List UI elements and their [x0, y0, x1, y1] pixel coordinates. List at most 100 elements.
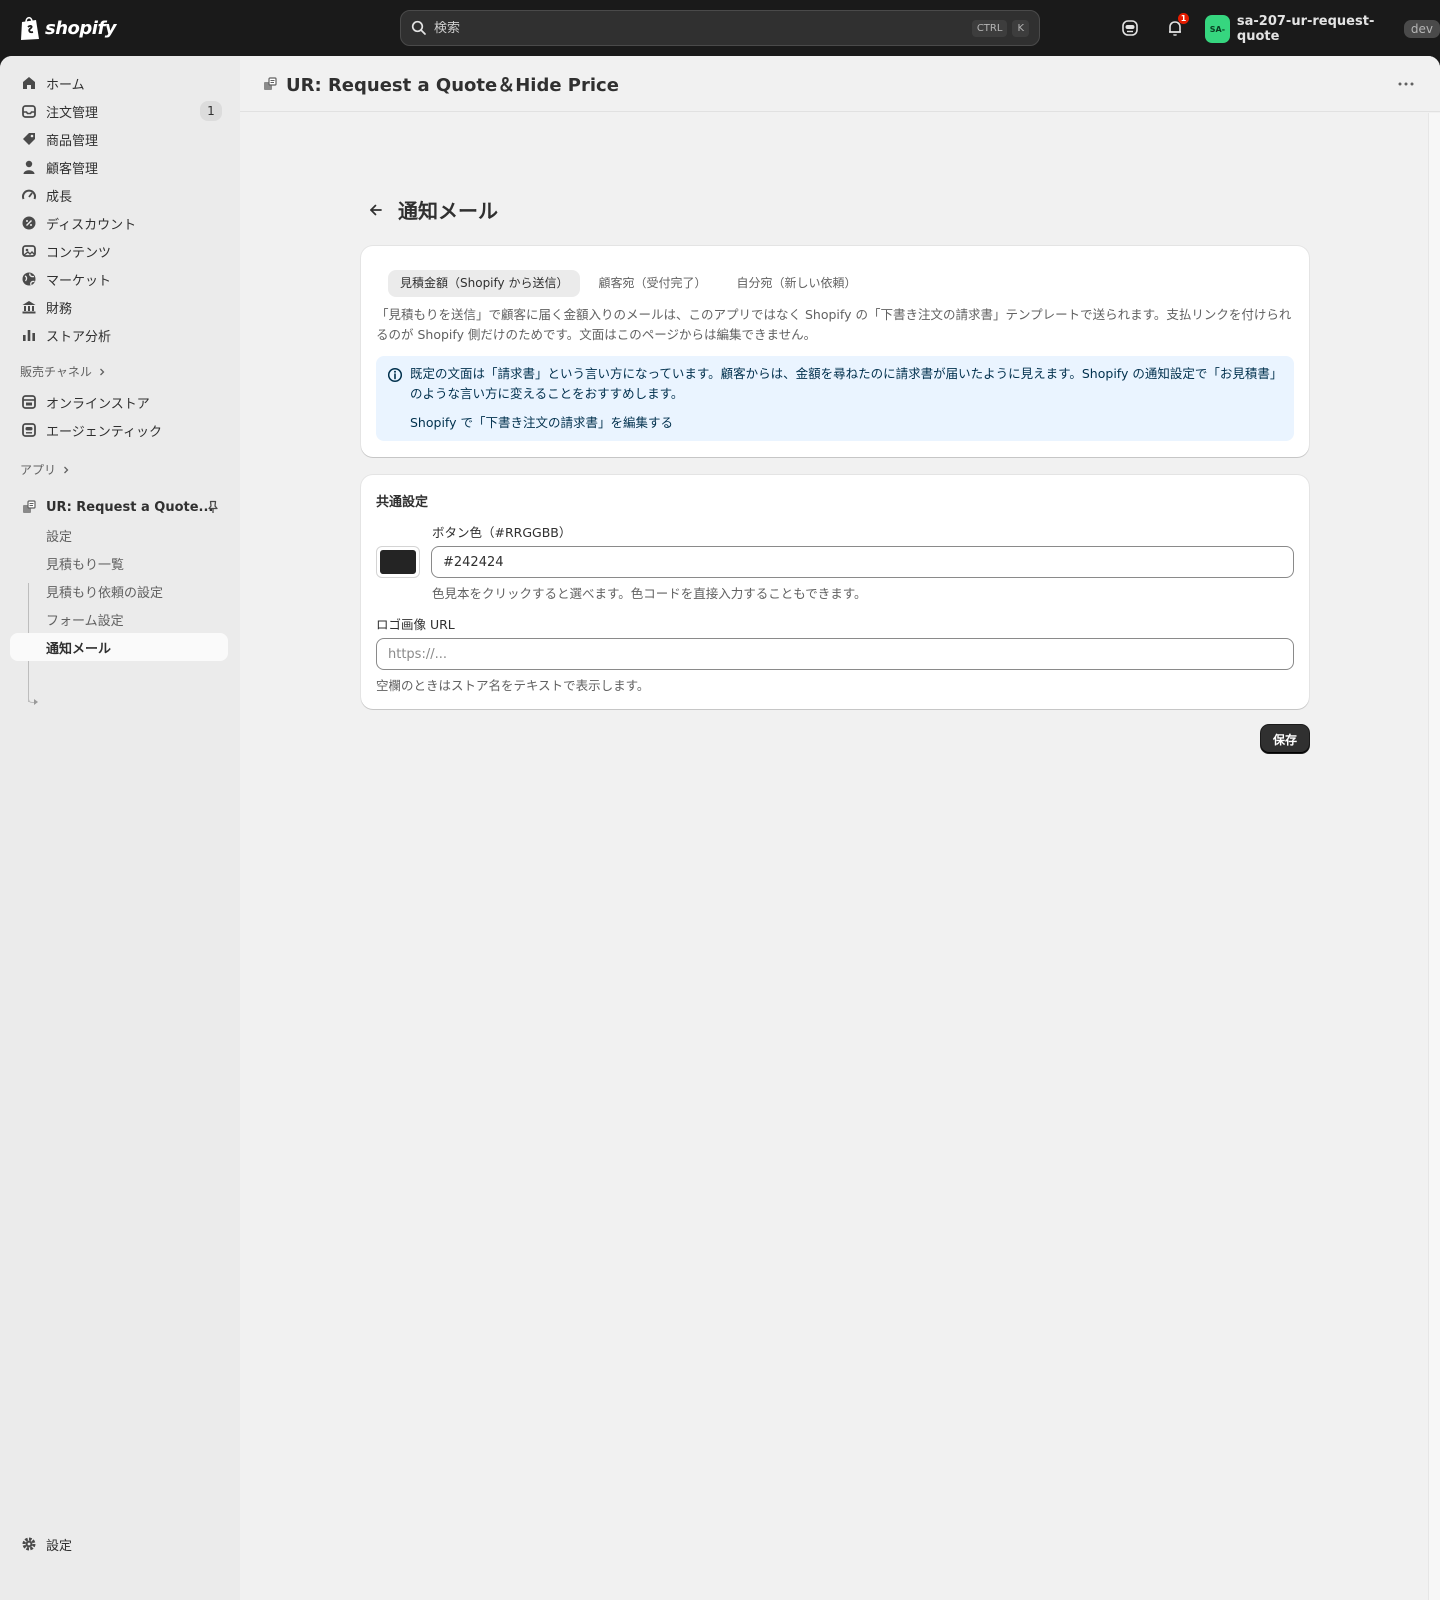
shopify-logo[interactable]: shopify	[19, 13, 117, 43]
page-title: 通知メール	[398, 199, 498, 223]
notifications-button[interactable]: 1	[1163, 13, 1189, 40]
sidebar-item-label: ディスカウント	[46, 217, 137, 233]
sidebar-item-online-store[interactable]: オンラインストア	[10, 388, 228, 416]
quote-email-card: 見積金額（Shopify から送信） 顧客宛（受付完了） 自分宛（新しい依頼） …	[361, 246, 1309, 457]
pin-icon[interactable]	[206, 500, 220, 514]
shopify-wordmark: shopify	[45, 17, 117, 39]
common-settings-card: 共通設定 ボタン色（#RRGGBB） 色見本をクリックすると選べます。色コードを…	[361, 475, 1309, 709]
gear-icon	[20, 1535, 38, 1553]
search-input[interactable]	[434, 20, 967, 36]
banner-text: 既定の文面は「請求書」という言い方になっています。顧客からは、金額を尋ねたのに請…	[410, 366, 1277, 401]
color-swatch-button[interactable]	[376, 546, 420, 578]
content-icon	[20, 242, 38, 260]
sidebar-item-app[interactable]: UR: Request a Quote...	[10, 493, 228, 521]
sidebar-item-label: コンテンツ	[46, 245, 112, 261]
orders-count-badge: 1	[200, 101, 222, 121]
save-button[interactable]: 保存	[1261, 725, 1309, 753]
sidekick-button[interactable]	[1118, 16, 1142, 40]
sidebar-subitem-form-settings[interactable]: フォーム設定	[10, 605, 228, 633]
sidebar-item-label: 設定	[46, 1538, 73, 1554]
shopify-bag-icon	[21, 16, 39, 40]
color-swatch	[380, 550, 416, 574]
button-color-input[interactable]	[431, 546, 1294, 578]
sidebar-item-finance[interactable]: 財務	[10, 293, 228, 321]
sidebar: ホーム 注文管理 1 商品管理 顧客管理 成長 ディスカウント コンテンツ マー…	[0, 56, 240, 1600]
ellipsis-icon	[1398, 82, 1414, 86]
tab-description: 「見積もりを送信」で顧客に届く金額入りのメールは、このアプリではなく Shopi…	[376, 307, 1292, 342]
sidebar-item-label: オンラインストア	[46, 396, 150, 412]
button-color-label: ボタン色（#RRGGBB）	[432, 525, 572, 540]
sidebar-item-growth[interactable]: 成長	[10, 181, 228, 209]
sidebar-item-label: 商品管理	[46, 133, 99, 149]
logo-url-help: 空欄のときはストア名をテキストで表示します。	[376, 678, 650, 693]
sidebar-item-markets[interactable]: マーケット	[10, 265, 228, 293]
sidebar-item-label: 財務	[46, 301, 73, 317]
sidebar-item-label: 顧客管理	[46, 161, 99, 177]
agentic-icon	[20, 421, 38, 439]
section-heading-label: アプリ	[20, 463, 57, 477]
sidebar-item-customers[interactable]: 顧客管理	[10, 153, 228, 181]
tab-self[interactable]: 自分宛（新しい依頼）	[724, 270, 868, 297]
app-title: UR: Request a Quote＆Hide Price	[286, 74, 619, 96]
sidebar-item-settings[interactable]: 設定	[10, 1530, 228, 1558]
sidebar-item-label: エージェンティック	[46, 424, 162, 440]
chevron-right-icon	[99, 368, 105, 375]
tag-icon	[20, 130, 38, 148]
tab-quote-amount[interactable]: 見積金額（Shopify から送信）	[388, 270, 581, 297]
orders-icon	[20, 102, 38, 120]
sidebar-item-label: 注文管理	[46, 105, 99, 121]
section-heading-label: 販売チャネル	[20, 365, 92, 379]
sidebar-item-home[interactable]: ホーム	[10, 69, 228, 97]
sidebar-subitem-quotes[interactable]: 見積もり一覧	[10, 549, 228, 577]
global-search[interactable]: CTRL K	[400, 10, 1040, 46]
sidebar-subitem-notification-email[interactable]: 通知メール	[10, 633, 228, 661]
card-title: 共通設定	[376, 495, 429, 510]
logo-url-label: ロゴ画像 URL	[376, 617, 455, 632]
app-icon	[264, 76, 277, 90]
tree-arrow-icon	[34, 699, 38, 705]
sidebar-subitem-settings[interactable]: 設定	[10, 521, 228, 549]
shortcut-ctrl: CTRL	[971, 19, 1008, 37]
top-bar: shopify CTRL K 1 SA- sa-207-ur-request-q…	[0, 0, 1440, 56]
sidebar-item-orders[interactable]: 注文管理 1	[10, 97, 228, 125]
more-actions-button[interactable]	[1394, 72, 1418, 96]
shortcut-k: K	[1012, 19, 1029, 37]
sidebar-item-label: ホーム	[46, 77, 85, 93]
admin-shell: ホーム 注文管理 1 商品管理 顧客管理 成長 ディスカウント コンテンツ マー…	[0, 56, 1440, 1600]
tab-customer[interactable]: 顧客宛（受付完了）	[586, 270, 718, 297]
globe-icon	[20, 270, 38, 288]
sidebar-item-agentic[interactable]: エージェンティック	[10, 416, 228, 444]
sidebar-item-content[interactable]: コンテンツ	[10, 237, 228, 265]
avatar: SA-	[1205, 15, 1230, 43]
edit-template-link[interactable]: Shopify で「下書き注文の請求書」を編集する	[410, 412, 673, 431]
back-button[interactable]	[364, 198, 388, 222]
logo-url-input[interactable]	[376, 638, 1294, 670]
sidebar-item-discounts[interactable]: ディスカウント	[10, 209, 228, 237]
gauge-icon	[20, 186, 38, 204]
store-name: sa-207-ur-request-quote	[1236, 14, 1375, 44]
info-icon	[387, 367, 403, 383]
chevron-right-icon	[64, 466, 69, 473]
button-color-help: 色見本をクリックすると選べます。色コードを直接入力することもできます。	[432, 586, 867, 601]
sidebar-app-name: UR: Request a Quote...	[46, 499, 214, 515]
chart-icon	[20, 326, 38, 344]
person-icon	[20, 158, 38, 176]
sidebar-item-label: マーケット	[46, 273, 112, 289]
sidebar-item-products[interactable]: 商品管理	[10, 125, 228, 153]
sidebar-item-label: 成長	[46, 189, 73, 205]
discount-icon	[20, 214, 38, 232]
scrollbar[interactable]	[1428, 113, 1440, 1600]
sidebar-item-analytics[interactable]: ストア分析	[10, 321, 228, 349]
app-icon	[20, 498, 38, 516]
page-content: 通知メール 見積金額（Shopify から送信） 顧客宛（受付完了） 自分宛（新…	[240, 113, 1428, 1600]
sidebar-subitem-request-settings[interactable]: 見積もり依頼の設定	[10, 577, 228, 605]
sales-channels-heading[interactable]: 販売チャネル	[20, 363, 106, 380]
sidekick-icon	[1122, 20, 1138, 36]
email-tabs: 見積金額（Shopify から送信） 顧客宛（受付完了） 自分宛（新しい依頼）	[388, 270, 868, 297]
apps-heading[interactable]: アプリ	[20, 461, 70, 478]
info-banner: 既定の文面は「請求書」という言い方になっています。顧客からは、金額を尋ねたのに請…	[376, 356, 1294, 441]
app-title-bar: UR: Request a Quote＆Hide Price	[240, 56, 1440, 112]
home-icon	[20, 74, 38, 92]
store-switcher[interactable]: SA- sa-207-ur-request-quote dev	[1205, 14, 1440, 44]
arrow-left-icon	[370, 204, 382, 215]
